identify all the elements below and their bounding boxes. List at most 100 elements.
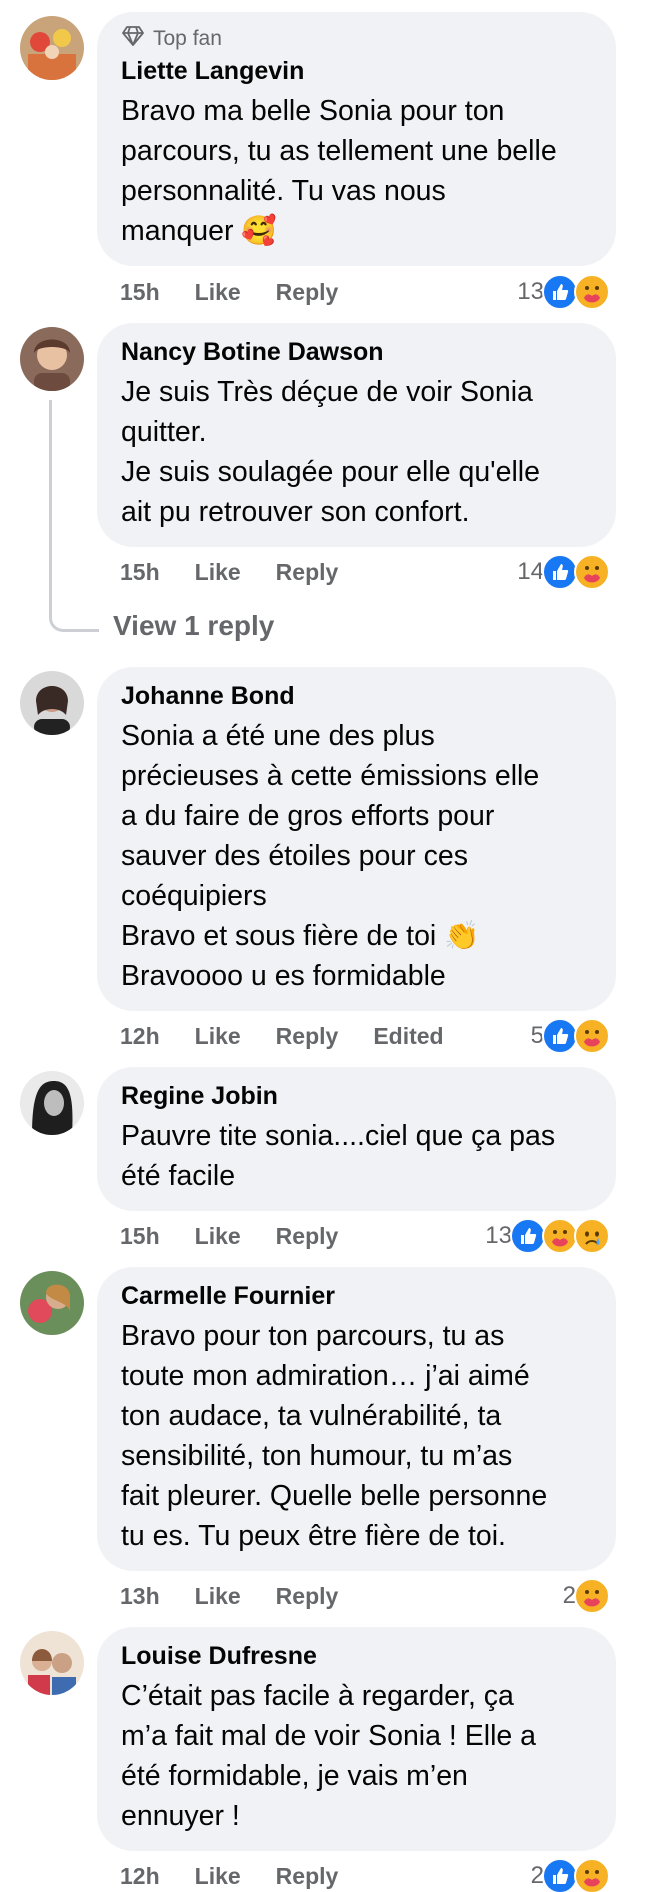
comment-actions: 12h Like Reply Edited (120, 1016, 479, 1056)
timestamp[interactable]: 15h (120, 279, 160, 306)
comment-author[interactable]: Nancy Botine Dawson (121, 337, 592, 368)
comment-text: Sonia a été une des plus précieuses à ce… (121, 716, 592, 996)
edited-label: Edited (373, 1022, 444, 1049)
comment-line: Bravo et sous fière de toi 👏 (121, 920, 480, 952)
comment-line: Je suis soulagée pour elle qu'elle (121, 456, 540, 488)
top-fan-label: Top fan (153, 27, 222, 50)
comment-line: ton audace, ta vulnérabilité, ta (121, 1400, 502, 1432)
comment-line: sauver des étoiles pour ces (121, 840, 468, 872)
comment-author[interactable]: Louise Dufresne (121, 1641, 592, 1672)
care-icon (574, 1578, 610, 1614)
avatar[interactable] (20, 1071, 84, 1135)
reply-button[interactable]: Reply (276, 1583, 339, 1610)
comment-text: Je suis Très déçue de voir Sonia quitter… (121, 372, 592, 532)
comment-line: Sonia a été une des plus (121, 720, 435, 752)
comment-bubble: Carmelle Fournier Bravo pour ton parcour… (97, 1267, 616, 1571)
comment-line: été facile (121, 1160, 236, 1192)
care-icon (574, 1018, 610, 1054)
sad-icon (574, 1218, 610, 1254)
avatar[interactable] (20, 1271, 84, 1335)
like-icon (542, 554, 578, 590)
comment-line: parcours, tu as tellement une belle (121, 135, 557, 167)
comment-line: manquer 🥰 (121, 215, 277, 247)
care-icon (574, 274, 610, 310)
like-icon (542, 1018, 578, 1054)
comment-text: Bravo pour ton parcours, tu as toute mon… (121, 1316, 592, 1556)
top-fan-badge: Top fan (121, 26, 592, 52)
comment-line: sensibilité, ton humour, tu m’as (121, 1440, 513, 1472)
reaction-count: 13 (485, 1222, 512, 1249)
comment-bubble: Louise Dufresne C’était pas facile à reg… (97, 1627, 616, 1851)
like-button[interactable]: Like (195, 1023, 241, 1050)
reaction-summary[interactable]: 13 (485, 1216, 610, 1256)
comment-line: toute mon admiration… j’ai aimé (121, 1360, 530, 1392)
timestamp[interactable]: 12h (120, 1023, 160, 1050)
comment-text: C’était pas facile à regarder, ça m’a fa… (121, 1676, 592, 1836)
avatar[interactable] (20, 327, 84, 391)
comment-actions: 12h Like Reply (120, 1856, 373, 1892)
comment-line: Bravo pour ton parcours, tu as (121, 1320, 505, 1352)
reaction-count: 13 (517, 278, 544, 305)
like-button[interactable]: Like (195, 1223, 241, 1250)
reply-button[interactable]: Reply (276, 279, 339, 306)
avatar[interactable] (20, 671, 84, 735)
timestamp[interactable]: 12h (120, 1863, 160, 1890)
comment-bubble: Johanne Bond Sonia a été une des plus pr… (97, 667, 616, 1011)
like-button[interactable]: Like (195, 279, 241, 306)
view-replies-link[interactable]: View 1 reply (113, 610, 274, 642)
comment-line: Pauvre tite sonia....ciel que ça pas (121, 1120, 556, 1152)
reaction-count: 14 (517, 558, 544, 585)
like-icon (542, 1858, 578, 1892)
comment-line: ait pu retrouver son confort. (121, 496, 470, 528)
care-icon (542, 1218, 578, 1254)
reply-button[interactable]: Reply (276, 559, 339, 586)
comment-actions: 13h Like Reply (120, 1576, 373, 1616)
comment-line: coéquipiers (121, 880, 267, 912)
comment-line: Je suis Très déçue de voir Sonia (121, 376, 533, 408)
comment-actions: 15h Like Reply (120, 1216, 373, 1256)
like-button[interactable]: Like (195, 559, 241, 586)
reaction-summary[interactable]: 13 (517, 272, 610, 312)
comment-text: Bravo ma belle Sonia pour ton parcours, … (121, 91, 592, 251)
comment-line: Bravoooo u es formidable (121, 960, 446, 992)
comment-line: été formidable, je vais m’en (121, 1760, 468, 1792)
comment-line: Bravo ma belle Sonia pour ton (121, 95, 505, 127)
comment-line: personnalité. Tu vas nous (121, 175, 446, 207)
thread-connector (49, 400, 99, 632)
comment-text: Pauvre tite sonia....ciel que ça pas été… (121, 1116, 592, 1196)
diamond-icon (121, 25, 145, 53)
comment-line: tu es. Tu peux être fière de toi. (121, 1520, 506, 1552)
care-icon (574, 554, 610, 590)
comment-author[interactable]: Johanne Bond (121, 681, 592, 712)
timestamp[interactable]: 13h (120, 1583, 160, 1610)
reaction-summary[interactable]: 2 (531, 1856, 610, 1892)
comment-line: fait pleurer. Quelle belle personne (121, 1480, 548, 1512)
comment-line: ennuyer ! (121, 1800, 240, 1832)
comment-line: C’était pas facile à regarder, ça (121, 1680, 514, 1712)
comment-bubble: Nancy Botine Dawson Je suis Très déçue d… (97, 323, 616, 547)
care-icon (574, 1858, 610, 1892)
comment-author[interactable]: Regine Jobin (121, 1081, 592, 1112)
comment-line: m’a fait mal de voir Sonia ! Elle a (121, 1720, 537, 1752)
avatar[interactable] (20, 1631, 84, 1695)
comment-author[interactable]: Carmelle Fournier (121, 1281, 592, 1312)
comment-author[interactable]: Liette Langevin (121, 56, 592, 87)
reply-button[interactable]: Reply (276, 1223, 339, 1250)
like-icon (542, 274, 578, 310)
avatar[interactable] (20, 16, 84, 80)
reaction-summary[interactable]: 5 (531, 1016, 610, 1056)
like-button[interactable]: Like (195, 1583, 241, 1610)
comment-line: quitter. (121, 416, 207, 448)
timestamp[interactable]: 15h (120, 559, 160, 586)
comment-line: a du faire de gros efforts pour (121, 800, 495, 832)
reply-button[interactable]: Reply (276, 1863, 339, 1890)
reaction-summary[interactable]: 14 (517, 552, 610, 592)
like-icon (510, 1218, 546, 1254)
timestamp[interactable]: 15h (120, 1223, 160, 1250)
comment-actions: 15h Like Reply (120, 272, 373, 312)
comment-line: précieuses à cette émissions elle (121, 760, 540, 792)
like-button[interactable]: Like (195, 1863, 241, 1890)
comment-bubble: Regine Jobin Pauvre tite sonia....ciel q… (97, 1067, 616, 1211)
reply-button[interactable]: Reply (276, 1023, 339, 1050)
reaction-summary[interactable]: 2 (563, 1576, 610, 1616)
